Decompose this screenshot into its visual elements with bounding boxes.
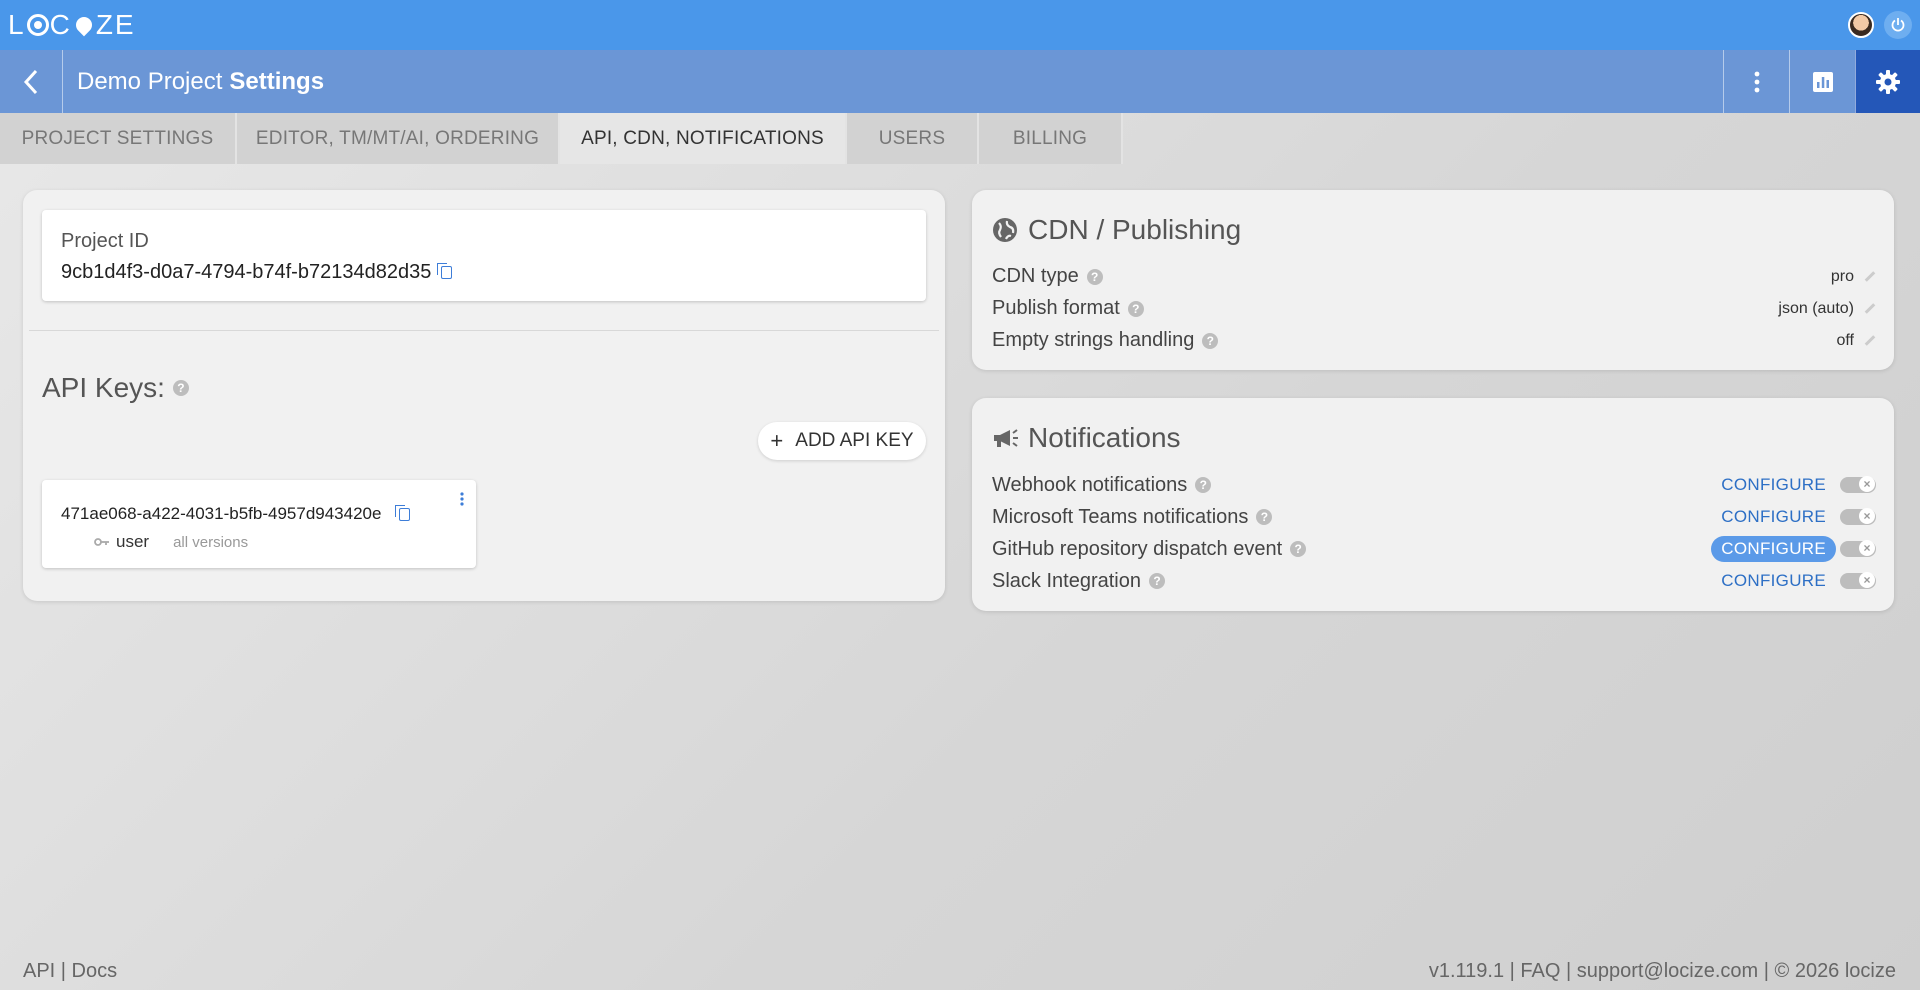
- help-icon[interactable]: ?: [1290, 541, 1307, 557]
- project-nav-bar: Demo Project Settings: [0, 50, 1920, 113]
- more-vertical-icon[interactable]: [460, 492, 464, 511]
- notification-row-webhook: Webhook notifications ? CONFIGURE: [992, 472, 1876, 498]
- publish-format-value: json (auto): [1778, 299, 1854, 317]
- help-icon[interactable]: ?: [1256, 509, 1273, 525]
- help-icon[interactable]: ?: [1148, 573, 1165, 589]
- edit-icon[interactable]: [1864, 271, 1876, 282]
- megaphone-icon: [994, 429, 1018, 447]
- configure-teams-button[interactable]: CONFIGURE: [1711, 504, 1836, 530]
- top-bar: L C ZE: [0, 0, 1920, 50]
- add-api-key-label: ADD API KEY: [795, 430, 914, 451]
- help-icon[interactable]: ?: [1127, 300, 1144, 317]
- notification-row-slack: Slack Integration ? CONFIGURE: [992, 568, 1876, 594]
- plus-icon: +: [770, 428, 784, 453]
- back-button[interactable]: [0, 50, 63, 113]
- project-id-label: Project ID: [61, 230, 149, 252]
- help-icon[interactable]: ?: [172, 380, 189, 396]
- power-icon[interactable]: [1884, 11, 1912, 39]
- stats-button[interactable]: [1789, 50, 1855, 113]
- cdn-row-empty: Empty strings handling ? off: [992, 329, 1876, 352]
- cdn-row-type: CDN type ? pro: [992, 265, 1876, 288]
- project-id-value: 9cb1d4f3-d0a7-4794-b74f-b72134d82d35: [61, 261, 432, 283]
- github-toggle[interactable]: [1840, 540, 1876, 557]
- tab-users[interactable]: USERS: [847, 113, 979, 164]
- teams-toggle[interactable]: [1840, 508, 1876, 525]
- page-name: Settings: [229, 67, 325, 95]
- help-icon[interactable]: ?: [1195, 477, 1212, 493]
- api-key-value: 471ae068-a422-4031-b5fb-4957d943420e: [61, 504, 382, 523]
- cdn-heading: CDN / Publishing: [1028, 214, 1242, 245]
- api-key-item: 471ae068-a422-4031-b5fb-4957d943420e use…: [42, 480, 476, 568]
- more-vertical-icon: [1754, 71, 1759, 92]
- chart-icon: [1812, 71, 1833, 92]
- chevron-left-icon: [23, 69, 38, 94]
- divider: [29, 330, 939, 331]
- api-card: Project ID 9cb1d4f3-d0a7-4794-b74f-b7213…: [23, 190, 945, 601]
- tab-api-cdn-notifications[interactable]: API, CDN, NOTIFICATIONS: [560, 113, 847, 164]
- project-name: Demo Project: [77, 67, 223, 95]
- edit-icon[interactable]: [1864, 303, 1876, 314]
- slack-toggle[interactable]: [1840, 572, 1876, 589]
- user-avatar[interactable]: [1848, 12, 1874, 38]
- webhook-label: Webhook notifications: [992, 473, 1188, 496]
- key-icon: [94, 538, 109, 546]
- empty-strings-value: off: [1836, 331, 1855, 349]
- edit-icon[interactable]: [1864, 335, 1876, 346]
- notifications-card: Notifications Webhook notifications ? CO…: [972, 398, 1894, 611]
- globe-icon: [993, 218, 1017, 242]
- github-label: GitHub repository dispatch event: [992, 537, 1283, 560]
- globe-icon: [26, 14, 49, 36]
- tab-project-settings[interactable]: PROJECT SETTINGS: [0, 113, 237, 164]
- footer-right-links[interactable]: v1.119.1 | FAQ | support@locize.com | © …: [1429, 960, 1896, 983]
- settings-button[interactable]: [1855, 50, 1920, 113]
- api-key-role: user: [116, 532, 150, 551]
- pin-icon: [72, 13, 96, 37]
- slack-label: Slack Integration: [992, 569, 1141, 592]
- page-title: Demo Project Settings: [63, 50, 324, 113]
- locize-logo[interactable]: L C ZE: [8, 9, 136, 41]
- api-key-versions: all versions: [173, 533, 249, 551]
- configure-webhook-button[interactable]: CONFIGURE: [1711, 472, 1836, 498]
- help-icon[interactable]: ?: [1086, 268, 1103, 285]
- tab-editor[interactable]: EDITOR, TM/MT/AI, ORDERING: [237, 113, 560, 164]
- notifications-heading: Notifications: [1028, 422, 1181, 453]
- api-keys-heading: API Keys:: [42, 372, 165, 403]
- cdn-card: CDN / Publishing CDN type ? pro Publish …: [972, 190, 1894, 370]
- project-id-box: Project ID 9cb1d4f3-d0a7-4794-b74f-b7213…: [42, 210, 926, 301]
- publish-format-label: Publish format: [992, 297, 1120, 319]
- configure-github-button[interactable]: CONFIGURE: [1711, 536, 1836, 562]
- configure-slack-button[interactable]: CONFIGURE: [1711, 568, 1836, 594]
- settings-tabs: PROJECT SETTINGS EDITOR, TM/MT/AI, ORDER…: [0, 113, 1123, 164]
- teams-label: Microsoft Teams notifications: [992, 505, 1249, 528]
- gear-icon: [1876, 69, 1900, 94]
- copy-icon[interactable]: [437, 263, 453, 279]
- notification-row-github: GitHub repository dispatch event ? CONFI…: [992, 536, 1876, 562]
- more-menu-button[interactable]: [1723, 50, 1789, 113]
- cdn-type-value: pro: [1830, 267, 1854, 285]
- footer-left-links[interactable]: API | Docs: [23, 960, 117, 983]
- notification-row-teams: Microsoft Teams notifications ? CONFIGUR…: [992, 504, 1876, 530]
- help-icon[interactable]: ?: [1202, 332, 1219, 349]
- webhook-toggle[interactable]: [1840, 476, 1876, 493]
- tab-billing[interactable]: BILLING: [979, 113, 1123, 164]
- cdn-type-label: CDN type: [992, 265, 1079, 287]
- cdn-row-format: Publish format ? json (auto): [992, 297, 1876, 320]
- copy-icon[interactable]: [395, 504, 411, 521]
- empty-strings-label: Empty strings handling: [992, 329, 1195, 351]
- add-api-key-button[interactable]: + ADD API KEY: [758, 422, 926, 460]
